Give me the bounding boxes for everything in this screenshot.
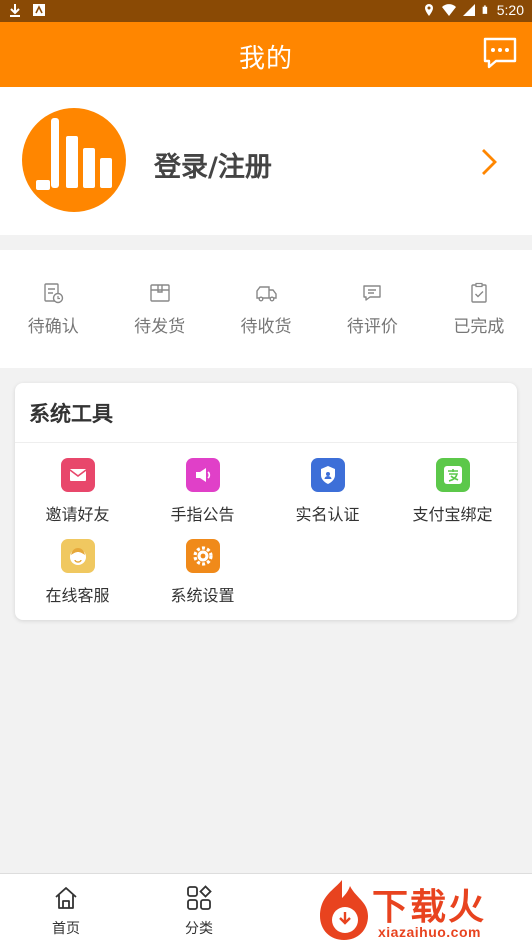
tool-settings[interactable]: 系统设置 [140,539,265,606]
pending-review-icon [363,285,382,301]
tool-id-verify[interactable]: 实名认证 [265,458,390,525]
system-tools-card: 系统工具 邀请好友 手指公告 实名认证 支付宝绑定 在线客服 系统设置 [15,383,517,620]
wifi-icon [441,4,456,16]
pending-confirm-icon [44,283,64,304]
status-bar: 5:20 [0,0,532,22]
announcement-icon [185,458,220,492]
home-icon [55,887,77,909]
profile-card[interactable]: 登录/注册 [0,87,532,235]
order-pending-review[interactable]: 待评价 [319,250,425,368]
tab-home[interactable]: 首页 [26,884,106,938]
tool-label: 在线客服 [45,586,110,605]
customer-service-icon [60,539,95,573]
order-status-bar: 待确认 待发货 待收货 待评价 已完成 [0,250,532,368]
pending-receive-icon [256,286,277,302]
tool-label: 支付宝绑定 [412,505,493,524]
order-pending-receive[interactable]: 待收货 [213,250,319,368]
watermark-brand: 下载火 [372,887,487,928]
chevron-right-icon[interactable] [480,147,498,177]
alipay-bind-icon [435,458,470,492]
tool-announcement[interactable]: 手指公告 [140,458,265,525]
message-icon[interactable] [482,36,518,70]
download-icon [10,4,20,17]
tool-label: 实名认证 [295,505,360,524]
tab-category[interactable]: 分类 [159,884,239,938]
system-tools-title: 系统工具 [15,383,517,443]
pending-ship-icon [149,284,170,302]
app-notification-icon [33,4,45,16]
tool-label: 系统设置 [170,586,235,605]
tab-label: 首页 [52,921,80,937]
signal-icon [462,4,475,16]
page-title: 我的 [238,44,293,74]
settings-icon [185,539,220,573]
order-pending-ship[interactable]: 待发货 [106,250,212,368]
avatar[interactable] [22,108,126,212]
watermark-domain: xiazaihuo.com [378,924,481,940]
battery-icon [482,5,487,14]
app-header: 我的 [0,22,532,87]
order-label: 待收货 [240,317,292,337]
status-time: 5:20 [496,2,524,18]
order-label: 已完成 [453,317,505,337]
login-register-link[interactable]: 登录/注册 [154,145,272,184]
order-pending-confirm[interactable]: 待确认 [0,250,106,368]
order-label: 待确认 [27,317,79,337]
watermark: 下载火 xiazaihuo.com [312,876,530,944]
order-label: 待评价 [346,317,398,337]
tool-alipay-bind[interactable]: 支付宝绑定 [390,458,515,525]
order-completed[interactable]: 已完成 [426,250,532,368]
category-icon [187,885,212,910]
location-icon [424,4,433,16]
tool-invite-friend[interactable]: 邀请好友 [15,458,140,525]
tool-label: 手指公告 [170,505,235,524]
id-verify-icon [310,458,345,492]
tool-customer-service[interactable]: 在线客服 [15,539,140,606]
flame-logo-icon [320,880,368,940]
completed-icon [471,282,487,303]
order-label: 待发货 [134,317,186,337]
invite-friend-icon [60,458,95,492]
tool-label: 邀请好友 [45,505,110,524]
tab-label: 分类 [185,921,213,937]
